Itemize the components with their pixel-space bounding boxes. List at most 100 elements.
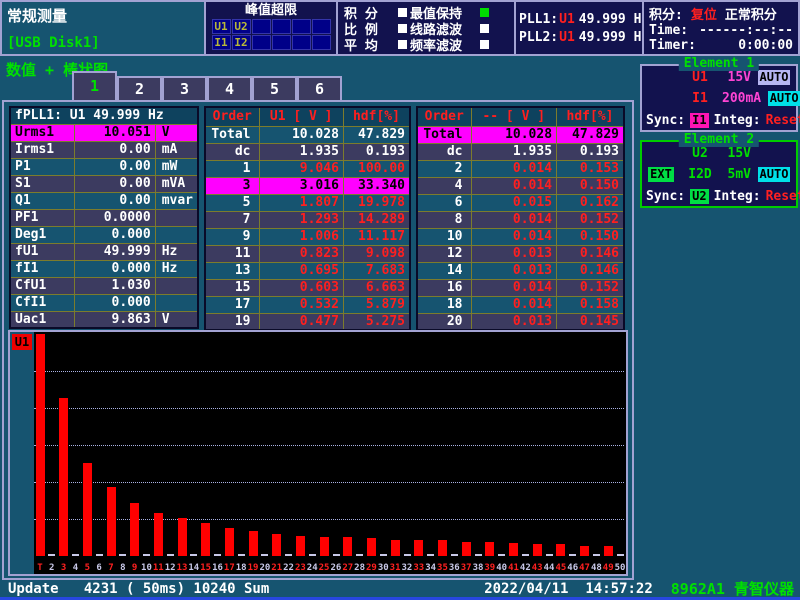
harmonic-header-row: OrderU1 [ V ]hdf[%]: [205, 107, 410, 126]
table-row: 160.0140.152: [417, 279, 624, 296]
update-counter: Update 4231 ( 50ms) 10240 Sum: [8, 581, 269, 597]
table-row: P10.00mW: [10, 158, 198, 175]
measure-unit: V: [155, 311, 198, 328]
harmonic-hdf: 0.162: [557, 194, 624, 211]
harmonic-value: 0.014: [471, 160, 557, 177]
harmonic-value: 0.823: [259, 245, 343, 262]
harmonic-value: 10.028: [259, 126, 343, 143]
tab-6[interactable]: 6: [297, 76, 342, 100]
table-row: Deg10.000: [10, 226, 198, 243]
harmonic-hdf: 5.879: [343, 296, 410, 313]
x-tick-label: 23: [294, 563, 306, 573]
x-tick-label: 9: [129, 563, 141, 573]
x-tick-label: 37: [460, 563, 472, 573]
harmonic-order: 9: [205, 228, 259, 245]
harmonic-order: 20: [417, 313, 471, 330]
table-row: 71.29314.289: [205, 211, 410, 228]
chart-channel-label: U1: [12, 334, 32, 350]
baseline-tick: [119, 554, 126, 556]
measure-value: 0.00: [74, 158, 155, 175]
title-section: 常规测量 [USB Disk1]: [2, 2, 204, 54]
tab-5[interactable]: 5: [252, 76, 297, 100]
harmonic-hdf: 6.663: [343, 279, 410, 296]
peak-cell: U1: [212, 19, 231, 34]
bar-order-39: [485, 542, 494, 556]
pll-frequency: 49.999 Hz: [579, 30, 649, 45]
baseline-tick: [404, 554, 411, 556]
x-tick-label: 27: [342, 563, 354, 573]
element2-current-auto-badge: AUTO: [758, 167, 791, 182]
bar-order-21: [272, 534, 281, 556]
bar-order-31: [391, 540, 400, 556]
x-tick-label: 21: [271, 563, 283, 573]
x-tick-label: 32: [401, 563, 413, 573]
x-tick-label: 16: [212, 563, 224, 573]
bottom-status-bar: Update 4231 ( 50ms) 10240 Sum 2022/04/11…: [0, 580, 800, 597]
x-tick-label: T: [34, 563, 46, 573]
harmonic-hdf: 0.150: [557, 228, 624, 245]
table-row: 80.0140.152: [417, 211, 624, 228]
x-tick-label: 39: [484, 563, 496, 573]
tab-2[interactable]: 2: [117, 76, 162, 100]
pll-label: PLL2:: [519, 30, 558, 45]
filter-flag-indicator: [480, 40, 489, 49]
harmonic-order: 5: [205, 194, 259, 211]
filter-flag-indicator: [480, 24, 489, 33]
harmonic-value: 0.603: [259, 279, 343, 296]
mode-flag-indicator: [398, 8, 407, 17]
x-tick-label: 44: [543, 563, 555, 573]
harmonic-hdf: 7.683: [343, 262, 410, 279]
table-row: Q10.00mvar: [10, 192, 198, 209]
table-row: dc1.9350.193: [205, 143, 410, 160]
bar-order-25: [320, 537, 329, 556]
x-tick-label: 49: [602, 563, 614, 573]
tab-4[interactable]: 4: [207, 76, 252, 100]
table-row: 33.01633.340: [205, 177, 410, 194]
x-tick-label: 19: [247, 563, 259, 573]
x-tick-label: 25: [318, 563, 330, 573]
bar-order-17: [225, 528, 234, 556]
tab-1[interactable]: 1: [72, 71, 117, 100]
table-row: 60.0150.162: [417, 194, 624, 211]
mode-flag-label: 平 均: [344, 35, 394, 54]
bar-order-15: [201, 523, 210, 556]
baseline-tick: [309, 554, 316, 556]
bar-order-29: [367, 538, 376, 556]
harmonic-value: 1.935: [259, 143, 343, 160]
integration-panel: 积分: 复位 正常积分 Time: ------:--:-- Timer: 0:…: [642, 2, 798, 54]
measure-name: Deg1: [10, 226, 74, 243]
measure-name: CfI1: [10, 294, 74, 311]
peak-cell: I2: [232, 35, 251, 50]
element1-integ-state: Reset: [766, 113, 800, 128]
top-status-bar: 常规测量 [USB Disk1] 峰值超限 U1U2I1I2 积 分最值保持比 …: [0, 0, 800, 56]
harmonic-hdf: 5.275: [343, 313, 410, 330]
x-tick-label: 31: [389, 563, 401, 573]
measure-name: PF1: [10, 209, 74, 226]
element1-integ-label: Integ:: [714, 113, 761, 128]
harmonic-order: 18: [417, 296, 471, 313]
x-tick-label: 35: [437, 563, 449, 573]
peak-cell: [312, 19, 331, 34]
measure-name: S1: [10, 175, 74, 192]
table-row: 100.0140.150: [417, 228, 624, 245]
measure-name: Q1: [10, 192, 74, 209]
x-tick-label: 34: [425, 563, 437, 573]
bar-order-41: [509, 543, 518, 556]
harmonic-value: 9.046: [259, 160, 343, 177]
harmonic-value: 0.014: [471, 279, 557, 296]
tab-3[interactable]: 3: [162, 76, 207, 100]
harmonic-hdf: 14.289: [343, 211, 410, 228]
harmonic-order: 17: [205, 296, 259, 313]
pll-source: U1: [559, 12, 575, 27]
table-row: Irms10.00mA: [10, 141, 198, 158]
element1-current-auto-badge: AUTO: [768, 91, 800, 106]
measure-unit: [155, 209, 198, 226]
element2-ext-badge: EXT: [648, 167, 674, 182]
bar-order-47: [580, 546, 589, 556]
harmonic-value: 1.807: [259, 194, 343, 211]
x-tick-label: 33: [413, 563, 425, 573]
baseline-tick: [214, 554, 221, 556]
harmonic-hdf: 33.340: [343, 177, 410, 194]
peak-cell: [292, 35, 311, 50]
table-row: fU149.999Hz: [10, 243, 198, 260]
